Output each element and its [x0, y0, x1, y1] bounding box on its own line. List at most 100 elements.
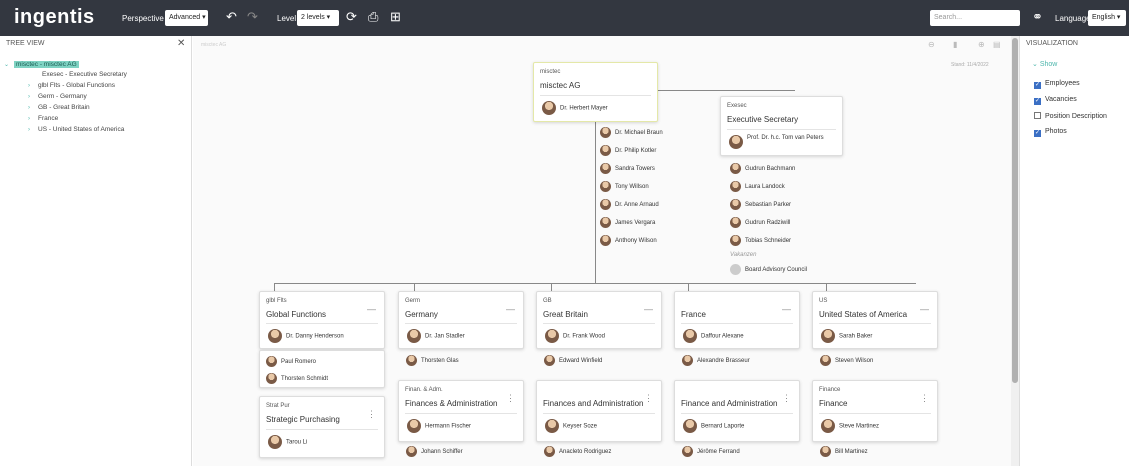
- breadcrumb[interactable]: misctec AG: [201, 42, 226, 48]
- person[interactable]: Dr. Anne Arnaud: [600, 199, 659, 210]
- tree-item-france[interactable]: › France: [28, 115, 58, 122]
- tree-item-exesec[interactable]: Exesec - Executive Secretary: [42, 71, 127, 78]
- redo-icon[interactable]: ↷: [247, 9, 258, 25]
- tree-structure-icon[interactable]: ⊞: [390, 9, 401, 25]
- level-select[interactable]: 2 levels ▾: [297, 10, 339, 26]
- checkbox-icon[interactable]: ✓: [1034, 82, 1041, 89]
- person[interactable]: Bill Martinez: [820, 446, 868, 457]
- expand-icon[interactable]: ›: [28, 83, 38, 89]
- avatar: [545, 419, 559, 433]
- undo-icon[interactable]: ↶: [226, 9, 237, 25]
- person[interactable]: Gudrun Radziwill: [730, 217, 790, 228]
- org-unit-france[interactable]: France — Daffour Alexane: [674, 291, 800, 349]
- org-chart-canvas[interactable]: misctec AG ⊖ ▮ ⊕ ▤ Stand: 11/4/2022 misc…: [193, 36, 1011, 466]
- unit-manager[interactable]: Sarah Baker: [821, 329, 872, 343]
- org-unit-finance-administration-fr[interactable]: Finance and Administration ⋮ Bernard Lap…: [674, 380, 800, 442]
- unit-manager[interactable]: Dr. Frank Wood: [545, 329, 605, 343]
- tree-item-global-functions[interactable]: › glbl Flts - Global Functions: [28, 82, 115, 89]
- binoculars-icon[interactable]: ⚭: [1032, 9, 1043, 25]
- org-unit-strategic-purchasing[interactable]: Strat Pur Strategic Purchasing ⋮ Tarou L…: [259, 396, 385, 458]
- unit-manager[interactable]: Bernard Laporte: [683, 419, 744, 433]
- show-toggle[interactable]: ⌄ Show: [1032, 60, 1057, 68]
- tree-item-us[interactable]: › US - United States of America: [28, 126, 124, 133]
- checkbox-employees[interactable]: ✓ Employees: [1034, 80, 1080, 89]
- collapse-icon[interactable]: —: [367, 304, 376, 314]
- person[interactable]: Dr. Michael Braun: [600, 127, 663, 138]
- scrollbar-thumb[interactable]: [1012, 38, 1018, 383]
- unit-manager[interactable]: Tarou Li: [268, 435, 307, 449]
- checkbox-icon[interactable]: ✓: [1034, 130, 1041, 137]
- org-unit-finances-administration-gb[interactable]: Finances and Administration ⋮ Keyser Soz…: [536, 380, 662, 442]
- print-icon[interactable]: ⎙: [368, 9, 378, 25]
- date-stamp: Stand: 11/4/2022: [951, 62, 989, 68]
- vacancy[interactable]: Board Advisory Council: [730, 264, 807, 275]
- expand-icon[interactable]: ›: [28, 94, 38, 100]
- person[interactable]: Gudrun Bachmann: [730, 163, 795, 174]
- org-unit-global-functions[interactable]: glbl Flts Global Functions — Dr. Danny H…: [259, 291, 385, 349]
- org-unit-great-britain[interactable]: GB Great Britain — Dr. Frank Wood: [536, 291, 662, 349]
- unit-manager[interactable]: Dr. Jan Stadler: [407, 329, 465, 343]
- more-options-icon[interactable]: ⋮: [367, 409, 376, 420]
- expand-icon[interactable]: ›: [28, 105, 38, 111]
- collapse-icon[interactable]: —: [920, 304, 929, 314]
- person[interactable]: Anthony Wilson: [600, 235, 657, 246]
- expand-icon[interactable]: ⌄: [4, 61, 14, 68]
- zoom-in-icon[interactable]: ⊕: [978, 40, 985, 49]
- org-unit-finance-us[interactable]: Finance Finance ⋮ Steve Martinez: [812, 380, 938, 442]
- unit-manager[interactable]: Dr. Danny Henderson: [268, 329, 344, 343]
- perspective-select[interactable]: Advanced ▾: [165, 10, 208, 26]
- close-icon[interactable]: ✕: [177, 38, 185, 49]
- org-unit-us[interactable]: US United States of America — Sarah Bake…: [812, 291, 938, 349]
- person[interactable]: Sebastian Parker: [730, 199, 791, 210]
- tree-item-great-britain[interactable]: › GB - Great Britain: [28, 104, 90, 111]
- unit-manager[interactable]: Prof. Dr. h.c. Tom van Peters: [729, 135, 839, 149]
- checkbox-vacancies[interactable]: ✓ Vacancies: [1034, 96, 1077, 105]
- person[interactable]: Laura Landock: [730, 181, 785, 192]
- unit-manager[interactable]: Dr. Herbert Mayer: [542, 101, 608, 115]
- more-options-icon[interactable]: ⋮: [920, 393, 929, 404]
- person[interactable]: Johann Schiffer: [406, 446, 463, 457]
- checkbox-position-description[interactable]: Position Description: [1034, 112, 1107, 120]
- unit-manager[interactable]: Hermann Fischer: [407, 419, 471, 433]
- collapse-icon[interactable]: —: [506, 304, 515, 314]
- checkbox-icon[interactable]: ✓: [1034, 98, 1041, 105]
- person[interactable]: Dr. Philip Kotler: [600, 145, 656, 156]
- collapse-icon[interactable]: —: [782, 304, 791, 314]
- search-input[interactable]: Search...: [930, 10, 1020, 26]
- more-options-icon[interactable]: ⋮: [506, 393, 515, 404]
- language-select[interactable]: English ▾: [1088, 10, 1126, 26]
- org-unit-root[interactable]: misctec misctec AG Dr. Herbert Mayer: [533, 62, 658, 122]
- tree-item-misctec[interactable]: ⌄ misctec - misctec AG: [4, 61, 79, 68]
- fit-icon[interactable]: ▤: [993, 40, 1001, 49]
- person[interactable]: Alexandre Brasseur: [682, 355, 750, 366]
- person[interactable]: Tobias Schneider: [730, 235, 791, 246]
- zoom-out-icon[interactable]: ⊖: [928, 40, 935, 49]
- person[interactable]: Tony Willson: [600, 181, 649, 192]
- org-unit-exec[interactable]: Exesec Executive Secretary Prof. Dr. h.c…: [720, 96, 843, 156]
- refresh-icon[interactable]: ⟳: [346, 9, 357, 25]
- more-options-icon[interactable]: ⋮: [782, 393, 791, 404]
- vertical-scrollbar[interactable]: [1011, 36, 1019, 466]
- zoom-slider[interactable]: ▮: [953, 40, 957, 49]
- person[interactable]: Anacleto Rodriguez: [544, 446, 611, 457]
- tree-item-germany[interactable]: › Germ - Germany: [28, 93, 87, 100]
- unit-manager[interactable]: Keyser Soze: [545, 419, 597, 433]
- expand-icon[interactable]: ›: [28, 127, 38, 133]
- checkbox-icon[interactable]: [1034, 112, 1041, 119]
- org-unit-finances-administration-de[interactable]: Finan. & Adm. Finances & Administration …: [398, 380, 524, 442]
- person[interactable]: Edward Winfield: [544, 355, 602, 366]
- person[interactable]: Steven Wilson: [820, 355, 873, 366]
- person[interactable]: Thorsten Schmidt: [266, 373, 328, 384]
- person[interactable]: James Vergara: [600, 217, 655, 228]
- person[interactable]: Sandra Towers: [600, 163, 655, 174]
- org-unit-germany[interactable]: Germ Germany — Dr. Jan Stadler: [398, 291, 524, 349]
- more-options-icon[interactable]: ⋮: [644, 393, 653, 404]
- checkbox-photos[interactable]: ✓ Photos: [1034, 128, 1067, 137]
- expand-icon[interactable]: ›: [28, 116, 38, 122]
- person[interactable]: Jérôme Ferrand: [682, 446, 740, 457]
- unit-manager[interactable]: Daffour Alexane: [683, 329, 744, 343]
- person[interactable]: Paul Romero: [266, 356, 316, 367]
- collapse-icon[interactable]: —: [644, 304, 653, 314]
- unit-manager[interactable]: Steve Martinez: [821, 419, 879, 433]
- person[interactable]: Thorsten Glas: [406, 355, 459, 366]
